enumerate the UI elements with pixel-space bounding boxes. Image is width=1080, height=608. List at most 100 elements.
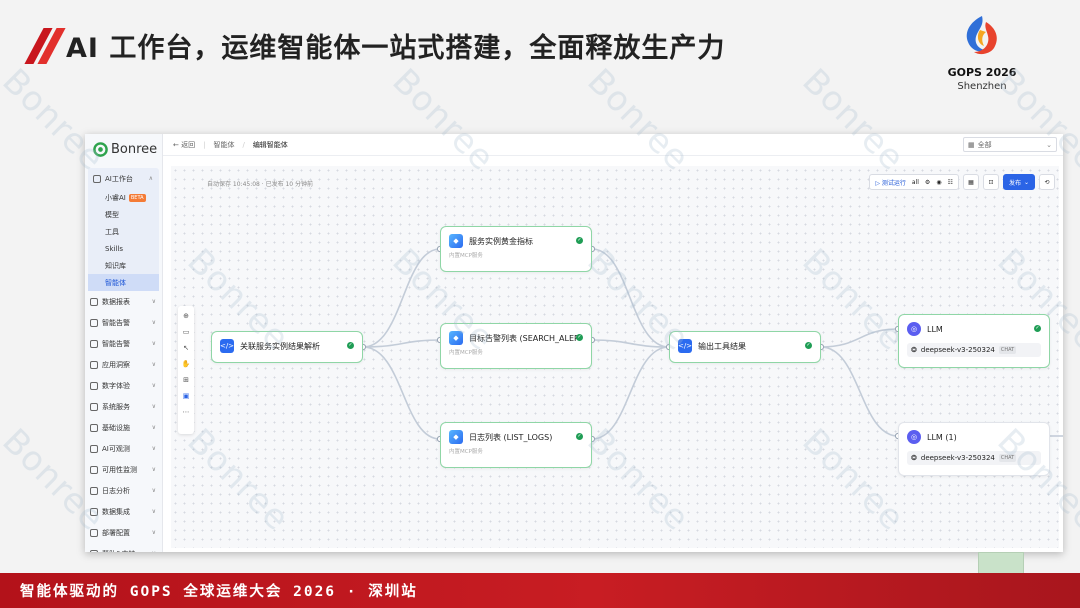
app-window: Bonree AI工作台 ∧ 小睿AI BETA 模型 工具 Skills 知识… [85,134,1063,552]
node-title: 关联服务实例结果解析 [240,341,320,351]
sidebar-item-label: 数字体验 [102,381,130,390]
node-title: 日志列表 (LIST_LOGS) [469,432,553,442]
scope-select[interactable]: ▦ 全部 ⌄ [963,137,1057,152]
node-subtitle: 内置MCP服务 [449,253,483,259]
model-name: deepseek-v3-250324 [920,454,995,462]
breadcrumb-agents[interactable]: 智能体 [213,140,234,150]
llm-icon: ◎ [907,322,921,336]
test-scope-label[interactable]: all [912,179,919,186]
chevron-down-icon: ∨ [151,382,156,389]
publish-button[interactable]: 发布 ⌄ [1002,174,1035,190]
sidebar-item[interactable]: 数据集成 ∨ [85,501,162,522]
export-button[interactable]: ⊡ [982,174,999,190]
minimap-icon[interactable]: ▣ [183,392,190,400]
chevron-down-icon: ∨ [151,487,156,494]
sidebar-item-label: 可用性监测 [102,465,137,474]
note-icon[interactable]: ▭ [183,328,190,336]
canvas-left-toolbar: ⊕ ▭ ↖ ✋ ⊞ ▣ ⋯ [178,306,194,434]
test-run-button[interactable]: ▷ 测试运行 [875,178,906,187]
sidebar-subitem-knowledge[interactable]: 知识库 [88,257,159,274]
hand-icon[interactable]: ✋ [182,360,191,368]
nav-icon [90,339,98,348]
model-icon: ❂ [911,346,917,354]
slide-title: AI 工作台，运维智能体一站式搭建，全面释放生产力 [24,26,725,65]
sidebar-item[interactable]: 智能告警 ∨ [85,333,162,354]
back-link[interactable]: ← 返回 [173,140,195,150]
sidebar-item[interactable]: 智能告警 ∨ [85,312,162,333]
node-output-results[interactable]: </> 输出工具结果 ✓ [669,331,821,363]
node-title: LLM (1) [927,432,957,442]
sidebar-item[interactable]: 部署配置 ∨ [85,522,162,543]
sidebar-item[interactable]: 系统服务 ∨ [85,396,162,417]
node-subtitle: 内置MCP服务 [449,449,483,455]
chevron-down-icon: ∨ [151,298,156,305]
layout-icon[interactable]: ☷ [948,179,953,186]
view-icon[interactable]: ◉ [936,179,941,186]
node-parse-results[interactable]: </> 关联服务实例结果解析 ✓ [211,331,363,363]
sidebar-item[interactable]: 基础设施 ∨ [85,417,162,438]
nav-group-ai-workbench: AI工作台 ∧ 小睿AI BETA 模型 工具 Skills 知识库 智能体 [88,168,159,291]
settings-icon[interactable]: ⚙ [925,179,930,186]
sidebar-item-label: 帮助&支持 [102,549,135,553]
nav-icon [90,549,98,552]
more-icon[interactable]: ⋯ [183,408,190,416]
gops-logo-city: Shenzhen [957,81,1007,92]
scope-select-value: 全部 [977,140,992,149]
sidebar-subitem-xiaorui-ai[interactable]: 小睿AI BETA [88,189,159,206]
model-name: deepseek-v3-250324 [920,346,995,354]
sidebar-item-label: 应用洞察 [102,360,130,369]
check-icon: ✓ [1034,325,1041,332]
gops-flame-icon [966,16,997,55]
export-icon: ⊡ [988,178,994,186]
node-log-list[interactable]: ◆ 日志列表 (LIST_LOGS) ✓ 内置MCP服务 [440,422,592,468]
node-title: LLM [927,324,943,334]
model-icon: ❂ [911,454,917,462]
check-icon: ✓ [576,237,583,244]
nav-icon [90,423,98,432]
nav-icon [90,465,98,474]
test-run-group: ▷ 测试运行 all ⚙ ◉ ☷ [869,174,959,190]
nav-icon [90,381,98,390]
mcp-icon: ◆ [449,331,463,345]
sidebar-item-ai-workbench[interactable]: AI工作台 ∧ [88,168,159,189]
llm-icon: ◎ [907,430,921,444]
sidebar-item[interactable]: 可用性监测 ∨ [85,459,162,480]
node-subtitle: 内置MCP服务 [449,350,483,356]
nav-icon [90,402,98,411]
chevron-down-icon: ∨ [151,403,156,410]
sidebar-item[interactable]: 帮助&支持 ∨ [85,543,162,552]
check-icon: ✓ [347,342,354,349]
sidebar-item[interactable]: AI可观测 ∨ [85,438,162,459]
gops-logo-year: GOPS 2026 [947,66,1017,79]
sidebar-subitem-models[interactable]: 模型 [88,206,159,223]
history-button[interactable]: ⟲ [1039,174,1055,190]
nav-icon [90,444,98,453]
sidebar-item[interactable]: 数据报表 ∨ [85,291,162,312]
sidebar-subitem-tools[interactable]: 工具 [88,223,159,240]
add-node-icon[interactable]: ⊕ [183,312,189,320]
breadcrumb-current: 编辑智能体 [252,140,288,149]
node-gold-metrics[interactable]: ◆ 服务实例黄金指标 ✓ 内置MCP服务 [440,226,592,272]
sidebar-item[interactable]: 日志分析 ∨ [85,480,162,501]
node-llm[interactable]: ◎ LLM ✓ ❂ deepseek-v3-250324 CHAT [898,314,1050,368]
sidebar-subitem-skills[interactable]: Skills [88,240,159,257]
sidebar-item-label: 基础设施 [102,423,130,432]
sidebar-item[interactable]: 数字体验 ∨ [85,375,162,396]
bonree-logo[interactable]: Bonree [85,134,162,164]
pointer-icon[interactable]: ↖ [183,344,189,352]
grid-view-button[interactable]: ▦ [962,174,979,190]
sidebar-item-label: 部署配置 [102,528,130,537]
autosave-status: 自动保存 10:45:08 · 已发布 10 分钟前 [207,181,314,188]
mcp-icon: ◆ [449,234,463,248]
node-alert-list[interactable]: ◆ 目标告警列表 (SEARCH_ALERTS) ✓ 内置MCP服务 [440,323,592,369]
sidebar-item[interactable]: 应用洞察 ∨ [85,354,162,375]
slide-footer: 智能体驱动的 GOPS 全球运维大会 2026 · 深圳站 [0,573,1080,608]
auto-layout-icon[interactable]: ⊞ [183,376,189,384]
sidebar-item-label: 系统服务 [102,402,130,411]
nav-icon [90,507,98,516]
node-title: 输出工具结果 [698,341,746,351]
back-label: 返回 [181,140,196,149]
node-llm-1[interactable]: ◎ LLM (1) ❂ deepseek-v3-250324 CHAT [898,422,1050,476]
nav-icon [90,360,98,369]
sidebar-subitem-agents[interactable]: 智能体 [88,274,159,291]
